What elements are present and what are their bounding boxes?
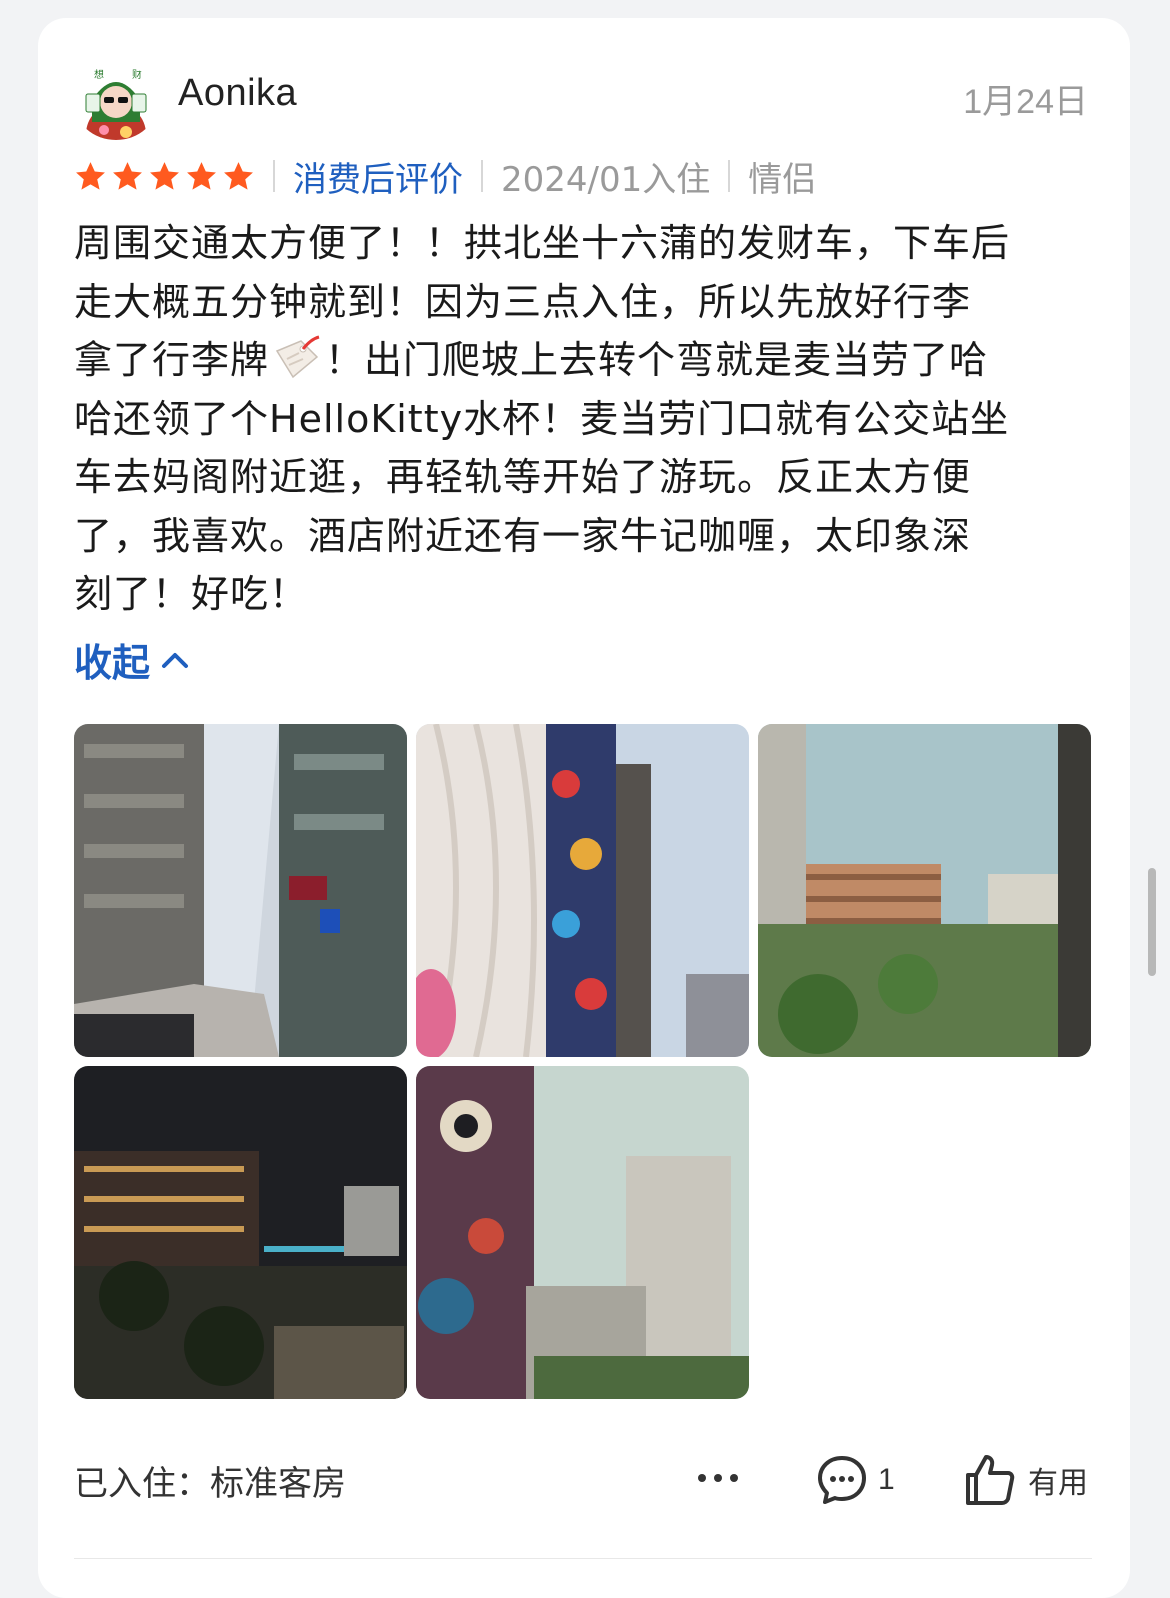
reply-count: 1 — [878, 1463, 895, 1496]
comment-icon — [818, 1456, 866, 1504]
username[interactable]: Aonika — [178, 72, 297, 115]
collapse-label: 收起 — [74, 641, 151, 685]
avatar-icon: 想 财 — [74, 64, 158, 140]
review-line: 拿了行李牌 ！出门爬坡上去转个弯就是麦当劳了哈 — [74, 331, 1094, 390]
stay-date-tag: 2024/01入住 — [501, 159, 711, 200]
useful-label: 有用 — [1028, 1466, 1088, 1501]
reply-button[interactable]: 1 — [816, 1452, 895, 1508]
review-date: 1月24日 — [963, 83, 1088, 121]
star-icon — [224, 161, 253, 190]
review-line: 刻了！好吃！ — [74, 572, 309, 616]
scrollbar[interactable] — [1148, 868, 1156, 976]
useful-button[interactable]: 有用 — [964, 1450, 1088, 1510]
review-type-tag[interactable]: 消费后评价 — [293, 152, 463, 201]
tag-emoji-icon — [275, 335, 320, 379]
divider — [728, 160, 731, 192]
divider — [74, 1558, 1092, 1559]
review-line: 周围交通太方便了！！拱北坐十六蒲的发财车，下车后 — [74, 221, 1011, 265]
thumbs-up-icon — [966, 1455, 1015, 1505]
review-line: 哈还领了个HelloKitty水杯！麦当劳门口就有公交站坐 — [74, 396, 1010, 441]
review-photo[interactable] — [416, 1066, 749, 1399]
review-text: 周围交通太方便了！！拱北坐十六蒲的发财车，下车后 走大概五分钟就到！因为三点入住… — [74, 214, 1094, 624]
avatar[interactable]: 想 财 — [74, 64, 158, 140]
room-type: 已入住：标准客房 — [74, 1464, 346, 1504]
svg-text:想: 想 — [94, 68, 104, 81]
review-photo[interactable] — [74, 724, 407, 1057]
divider — [481, 160, 483, 192]
star-icon — [150, 161, 179, 190]
review-line-part: ！出门爬坡上去转个弯就是麦当劳了哈 — [325, 338, 989, 382]
review-photo[interactable] — [74, 1066, 407, 1399]
star-icon — [113, 161, 142, 190]
chevron-up-icon — [162, 652, 189, 668]
review-photo[interactable] — [758, 724, 1091, 1057]
review-line: 车去妈阁附近逛，再轻轨等开始了游玩。反正太方便 — [74, 455, 972, 499]
review-line: 走大概五分钟就到！因为三点入住，所以先放好行李 — [74, 279, 972, 324]
review-photo[interactable] — [416, 724, 749, 1057]
divider — [273, 160, 275, 192]
star-rating — [74, 160, 255, 193]
star-icon — [187, 161, 216, 190]
review-line: 了，我喜欢。酒店附近还有一家牛记咖喱，太印象深 — [74, 513, 972, 558]
trip-type-tag: 情侣 — [748, 159, 817, 200]
review-line-part: 拿了行李牌 — [74, 338, 270, 382]
collapse-button[interactable]: 收起 — [74, 632, 190, 687]
more-icon[interactable] — [696, 1468, 740, 1488]
star-icon — [76, 161, 105, 190]
review-meta: 消费后评价 2024/01入住 情侣 — [74, 152, 816, 200]
